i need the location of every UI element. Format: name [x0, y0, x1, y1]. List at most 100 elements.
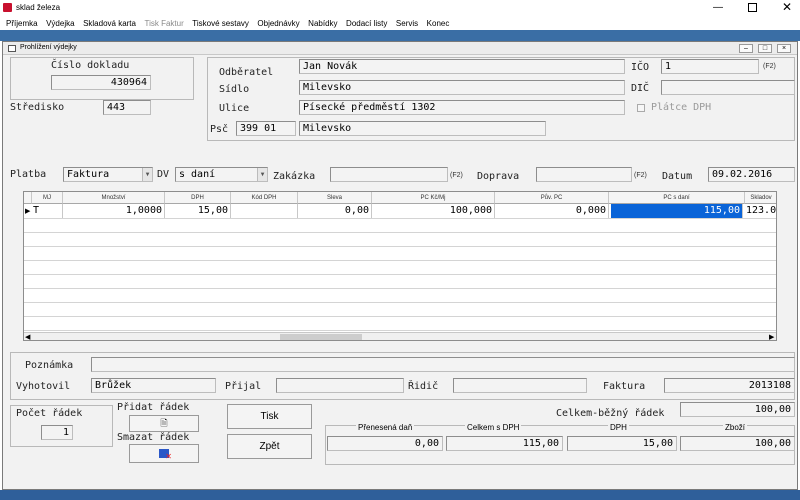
taskbar-strip	[0, 490, 800, 500]
stredisko-field[interactable]: 443	[103, 100, 151, 115]
maximize-button[interactable]	[748, 3, 757, 12]
document-number-field[interactable]: 430964	[51, 75, 151, 90]
platba-select[interactable]: Faktura ▼	[63, 167, 153, 182]
zakazka-field[interactable]	[330, 167, 448, 182]
dv-select[interactable]: s daní ▼	[175, 167, 268, 182]
app-title: sklad železa	[16, 3, 61, 12]
stredisko-label: Středisko	[10, 102, 65, 113]
datum-field[interactable]: 09.02.2016	[708, 167, 795, 182]
celkem-bezny-field[interactable]: 100,00	[680, 402, 795, 417]
ulice-label: Ulice	[219, 103, 250, 114]
dv-value: s daní	[179, 169, 216, 180]
menu-skladova-karta[interactable]: Skladová karta	[83, 19, 136, 28]
menu-nabidky[interactable]: Nabídky	[308, 19, 337, 28]
menu-tisk-faktur[interactable]: Tisk Faktur	[145, 19, 184, 28]
scroll-right-icon[interactable]: ▶	[769, 333, 774, 340]
chevron-down-icon: ▼	[142, 168, 152, 181]
grid-header-pc-s-dani[interactable]: PC s daní	[609, 192, 745, 204]
scroll-thumb[interactable]	[280, 334, 362, 340]
grid-line	[24, 260, 776, 261]
celkem-dph-field[interactable]: 115,00	[446, 436, 563, 451]
menu-objednavky[interactable]: Objednávky	[257, 19, 299, 28]
doprava-label: Doprava	[477, 171, 520, 182]
grid-cell-sleva[interactable]: 0,00	[298, 204, 372, 218]
print-button[interactable]: Tisk	[227, 404, 312, 429]
grid-cell-pc[interactable]: 100,000	[372, 204, 495, 218]
vyhotovil-field[interactable]: Brůžek	[91, 378, 216, 393]
app-icon	[3, 3, 12, 12]
doprava-f2-hint: (F2)	[634, 172, 647, 179]
grid-header-sleva[interactable]: Sleva	[298, 192, 372, 204]
horizontal-scrollbar[interactable]: ◀ ▶	[24, 332, 776, 340]
dv-label: DV	[157, 169, 170, 180]
odberatel-field[interactable]: Jan Novák	[299, 59, 625, 74]
pocet-label: Počet řádek	[16, 408, 83, 419]
menu-tiskove-sestavy[interactable]: Tiskové sestavy	[192, 19, 249, 28]
sidlo-field[interactable]: Milevsko	[299, 80, 625, 95]
grid-line	[24, 218, 776, 219]
child-window-titlebar: Prohlížení výdejky – □ ×	[3, 42, 797, 55]
dph-total-label: DPH	[608, 423, 629, 432]
smazat-radek-label: Smazat řádek	[117, 432, 190, 443]
grid-cell-mj[interactable]: T	[32, 204, 63, 218]
grid-header-kod-dph[interactable]: Kód DPH	[231, 192, 298, 204]
grid-header-skladova[interactable]: Skladov	[745, 192, 776, 204]
child-restore-button[interactable]: □	[758, 44, 772, 53]
grid-cell-dph[interactable]: 15,00	[165, 204, 231, 218]
grid-line	[24, 330, 776, 331]
grid-cell-pc-s-dani[interactable]: 115,00	[611, 204, 743, 218]
grid-line	[24, 232, 776, 233]
grid-header-mj[interactable]: MJ	[32, 192, 63, 204]
child-minimize-button[interactable]: –	[739, 44, 753, 53]
dph-total-field[interactable]: 15,00	[567, 436, 677, 451]
ulice-field[interactable]: Písecké předměstí 1302	[299, 100, 625, 115]
psc-label: Psč	[210, 124, 229, 135]
add-row-button[interactable]: 🗎	[129, 415, 199, 432]
items-grid[interactable]: MJ Množství DPH Kód DPH Sleva PC Kč/Mj P…	[23, 191, 777, 341]
grid-cell-skladova[interactable]: 123.0	[745, 204, 776, 218]
poznamka-field[interactable]	[91, 357, 795, 372]
platce-dph-label: Plátce DPH	[651, 102, 712, 113]
minimize-button[interactable]: —	[713, 2, 723, 13]
grid-cell-puv-pc[interactable]: 0,000	[495, 204, 609, 218]
celkem-bezny-label: Celkem-běžný řádek	[556, 408, 665, 419]
doprava-field[interactable]	[536, 167, 632, 182]
platba-label: Platba	[10, 169, 47, 180]
grid-line	[24, 288, 776, 289]
obec-field[interactable]: Milevsko	[299, 121, 546, 136]
datum-label: Datum	[662, 171, 693, 182]
back-button[interactable]: Zpět	[227, 434, 312, 459]
menu-konec[interactable]: Konec	[427, 19, 450, 28]
prijal-label: Přijal	[225, 381, 262, 392]
platba-value: Faktura	[67, 169, 110, 180]
pocet-field[interactable]: 1	[41, 425, 73, 440]
grid-header-mnozstvi[interactable]: Množství	[63, 192, 165, 204]
grid-cell-kod-dph[interactable]	[231, 204, 298, 218]
child-close-button[interactable]: ×	[777, 44, 791, 53]
grid-cell-mnozstvi[interactable]: 1,0000	[63, 204, 165, 218]
menu-prijemka[interactable]: Příjemka	[6, 19, 38, 28]
close-button[interactable]: ✕	[782, 0, 792, 14]
dic-field[interactable]	[661, 80, 795, 95]
grid-header-pc[interactable]: PC Kč/Mj	[372, 192, 495, 204]
psc-field[interactable]: 399 01	[236, 121, 296, 136]
scroll-left-icon[interactable]: ◀	[25, 333, 30, 340]
delete-row-button[interactable]: ✕	[129, 444, 199, 463]
ridic-field[interactable]	[453, 378, 587, 393]
platce-dph-checkbox[interactable]	[637, 104, 645, 112]
menu-servis[interactable]: Servis	[396, 19, 418, 28]
faktura-field[interactable]: 2013108	[664, 378, 795, 393]
prenesena-field[interactable]: 0,00	[327, 436, 443, 451]
menu-dodaci-listy[interactable]: Dodací listy	[346, 19, 387, 28]
zakazka-f2-hint: (F2)	[450, 172, 463, 179]
ico-field[interactable]: 1	[661, 59, 759, 74]
grid-line	[24, 302, 776, 303]
grid-header-puv-pc[interactable]: Pův. PC	[495, 192, 609, 204]
menu-vydejka[interactable]: Výdejka	[46, 19, 74, 28]
prijal-field[interactable]	[276, 378, 404, 393]
child-window: Prohlížení výdejky – □ × Číslo dokladu 4…	[2, 41, 798, 490]
grid-header-dph[interactable]: DPH	[165, 192, 231, 204]
zbozi-field[interactable]: 100,00	[680, 436, 795, 451]
child-window-title: Prohlížení výdejky	[20, 44, 77, 51]
grid-line	[24, 316, 776, 317]
